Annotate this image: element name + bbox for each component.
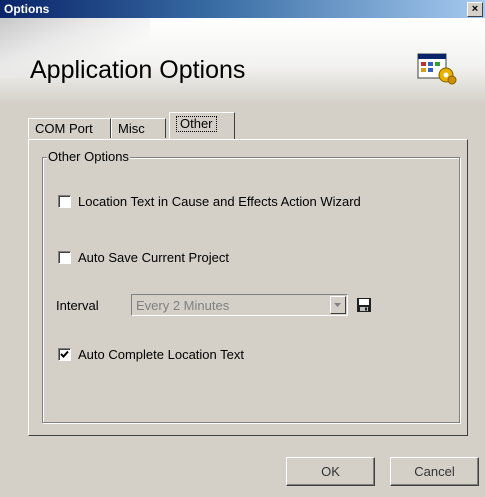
tab-other[interactable]: Other — [169, 112, 235, 139]
floppy-disk-icon[interactable] — [356, 297, 372, 313]
interval-select[interactable]: Every 2 Minutes — [131, 294, 348, 316]
close-button[interactable]: × — [467, 2, 483, 17]
cancel-button[interactable]: Cancel — [390, 457, 479, 486]
dropdown-arrow-button[interactable] — [330, 296, 346, 314]
window-title: Options — [4, 2, 50, 16]
ok-button[interactable]: OK — [286, 457, 375, 486]
tab-panel-other: Other Options Location Text in Cause and… — [28, 139, 468, 436]
checkbox-label: Auto Complete Location Text — [78, 347, 244, 362]
interval-label: Interval — [56, 298, 99, 313]
checkmark-icon — [60, 350, 69, 358]
checkbox-box[interactable] — [58, 195, 71, 208]
checkbox-label: Location Text in Cause and Effects Actio… — [78, 194, 361, 209]
checkbox-box[interactable] — [58, 251, 71, 264]
settings-gear-icon — [417, 53, 457, 85]
location-text-wizard-checkbox[interactable]: Location Text in Cause and Effects Actio… — [58, 194, 361, 209]
auto-complete-checkbox[interactable]: Auto Complete Location Text — [58, 347, 244, 362]
checkbox-box[interactable] — [58, 348, 71, 361]
checkbox-label: Auto Save Current Project — [78, 250, 230, 265]
interval-value: Every 2 Minutes — [136, 298, 230, 313]
other-options-group: Other Options Location Text in Cause and… — [42, 149, 460, 423]
tab-misc[interactable]: Misc — [111, 118, 166, 138]
auto-save-checkbox[interactable]: Auto Save Current Project — [58, 250, 229, 265]
dialog-heading: Application Options — [30, 56, 246, 84]
group-legend: Other Options — [47, 149, 130, 164]
chevron-down-icon — [334, 303, 341, 307]
title-bar[interactable]: Options × — [0, 0, 485, 18]
tab-com-port[interactable]: COM Port — [28, 118, 111, 138]
header-banner: Application Options — [0, 18, 485, 104]
options-dialog: Options × Application Options COM Port M… — [0, 0, 485, 497]
